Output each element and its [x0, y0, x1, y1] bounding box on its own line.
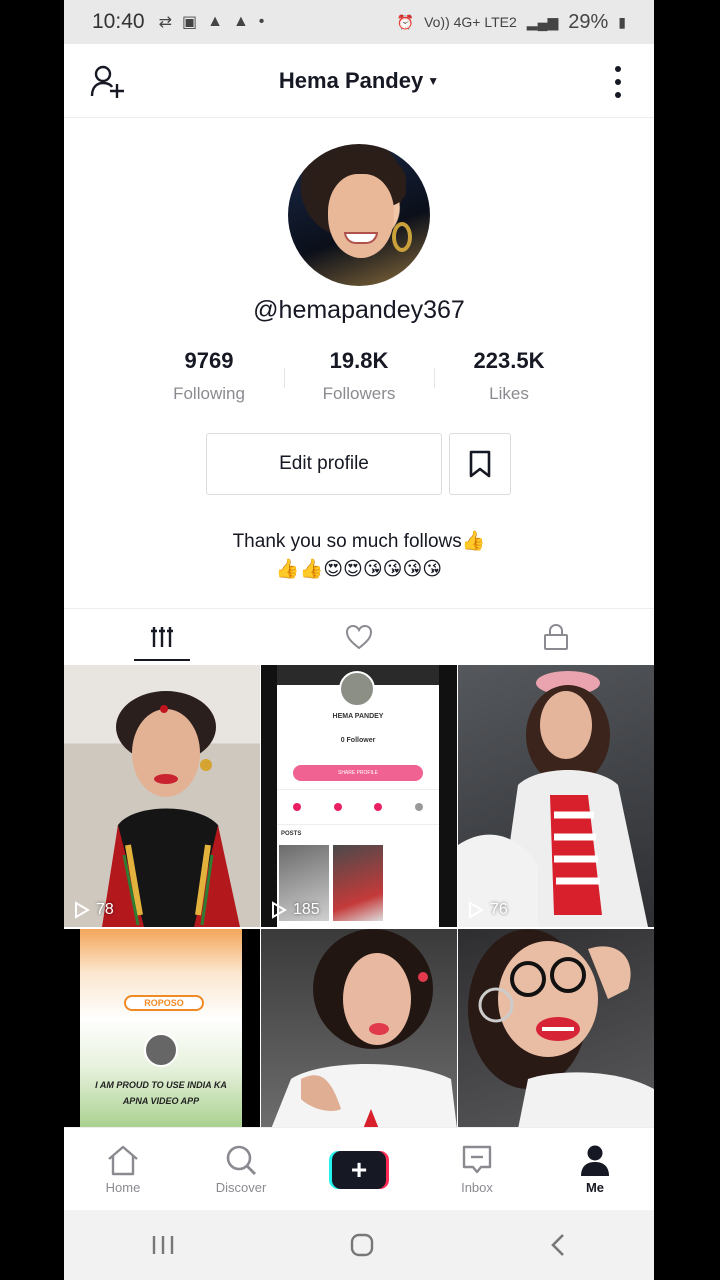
video-preview-image: [102, 691, 240, 927]
gallery-icon: ▣: [181, 14, 198, 31]
profile-stats: 9769 Following 19.8K Followers 223.5K Li…: [134, 348, 584, 404]
stat-value: 9769: [184, 348, 234, 373]
bio-line: Thank you so much follows👍: [232, 531, 486, 552]
recent-apps-icon[interactable]: [150, 1234, 176, 1256]
bio-line: 👍👍😍😍😘😘😘😘: [275, 559, 443, 580]
account-switcher[interactable]: Hema Pandey ▼: [279, 68, 439, 94]
nav-inbox[interactable]: Inbox: [418, 1128, 536, 1210]
inbox-icon: [462, 1145, 492, 1173]
play-icon: [272, 901, 287, 919]
back-icon[interactable]: [548, 1232, 568, 1258]
heart-icon: [345, 624, 373, 650]
home-icon: [108, 1145, 138, 1175]
edit-profile-button[interactable]: Edit profile: [206, 433, 442, 495]
sync-icon: ⇄: [158, 14, 172, 31]
home-button-icon[interactable]: [349, 1232, 375, 1258]
nav-label: Me: [585, 1179, 605, 1195]
nav-label: Inbox: [461, 1179, 493, 1195]
view-count: 76: [468, 901, 508, 919]
person-icon: [581, 1145, 609, 1176]
nav-label: Home: [105, 1179, 141, 1195]
battery-level: 29%: [568, 10, 609, 33]
video-thumbnail[interactable]: 78: [64, 665, 260, 927]
video-thumbnail[interactable]: [458, 929, 654, 1127]
video-thumbnail[interactable]: [261, 929, 457, 1127]
stat-label: Followers: [322, 384, 396, 403]
nav-discover[interactable]: Discover: [182, 1128, 300, 1210]
video-preview-image: [468, 929, 654, 1127]
signal-icon: ▂▄▆: [526, 13, 559, 30]
roposo-logo: ROPOSO: [124, 995, 204, 1011]
network-label: Vo)) 4G+ LTE2: [424, 14, 517, 30]
plus-icon: +: [329, 1151, 389, 1189]
video-thumbnail[interactable]: HEMA PANDEY 0 Follower SHARE PROFILE POS…: [261, 665, 457, 927]
grid-icon: [151, 627, 174, 647]
warning-icon: ▲: [207, 13, 223, 30]
alarm-icon: ⏰: [396, 13, 415, 30]
video-preview-image: HEMA PANDEY 0 Follower SHARE PROFILE POS…: [277, 665, 439, 927]
tab-videos[interactable]: [64, 609, 261, 665]
stat-value: 19.8K: [329, 348, 389, 373]
bottom-nav: Home Discover + Inbox Me: [64, 1127, 654, 1210]
nav-me[interactable]: Me: [536, 1128, 654, 1210]
page-title: Hema Pandey: [278, 67, 424, 93]
video-thumbnail[interactable]: ROPOSO I AM PROUD TO USE INDIA KA APNA V…: [64, 929, 260, 1127]
tab-private[interactable]: [457, 609, 654, 665]
more-options-icon[interactable]: [610, 66, 626, 98]
phone-screen: 10:40 ⇄ ▣ ▲ ▲ • ⏰ Vo)) 4G+ LTE2 ▂▄▆ 29% …: [64, 0, 654, 1280]
system-nav-bar: [64, 1210, 654, 1280]
nav-home[interactable]: Home: [64, 1128, 182, 1210]
dot-icon: •: [258, 13, 265, 30]
video-grid: 78 HEMA PANDEY 0 Follower SHARE PROFILE …: [64, 665, 654, 1127]
warning-icon: ▲: [232, 13, 249, 30]
stat-likes[interactable]: 223.5K Likes: [434, 348, 584, 404]
stat-following[interactable]: 9769 Following: [134, 348, 284, 404]
battery-icon: ▮: [618, 13, 626, 30]
username: @hemapandey367: [253, 296, 465, 324]
lock-icon: [543, 623, 568, 650]
play-icon: [469, 901, 484, 919]
avatar[interactable]: [288, 144, 430, 286]
content-tabs: [64, 608, 654, 665]
tab-liked[interactable]: [261, 609, 458, 665]
caret-down-icon: ▼: [427, 73, 440, 88]
profile-bio: Thank you so much follows👍 👍👍😍😍😘😘😘😘: [64, 528, 654, 584]
bookmark-icon: [469, 450, 491, 478]
stat-label: Likes: [489, 384, 529, 403]
video-preview-image: [271, 929, 457, 1127]
video-thumbnail[interactable]: 76: [458, 665, 654, 927]
video-preview-image: [458, 671, 648, 927]
status-time: 10:40: [92, 10, 145, 33]
video-preview-image: ROPOSO I AM PROUD TO USE INDIA KA APNA V…: [80, 929, 242, 1127]
add-user-icon[interactable]: [90, 64, 126, 100]
nav-create[interactable]: +: [300, 1128, 418, 1210]
stat-value: 223.5K: [473, 348, 545, 373]
play-icon: [75, 901, 90, 919]
profile-header: Hema Pandey ▼: [64, 44, 654, 118]
status-bar: 10:40 ⇄ ▣ ▲ ▲ • ⏰ Vo)) 4G+ LTE2 ▂▄▆ 29% …: [64, 0, 654, 44]
nav-label: Discover: [215, 1179, 267, 1195]
view-count: 78: [74, 901, 114, 919]
search-icon: [226, 1145, 256, 1175]
favorites-button[interactable]: [449, 433, 511, 495]
stat-followers[interactable]: 19.8K Followers: [284, 348, 434, 404]
view-count: 185: [271, 901, 320, 919]
stat-label: Following: [173, 384, 245, 403]
